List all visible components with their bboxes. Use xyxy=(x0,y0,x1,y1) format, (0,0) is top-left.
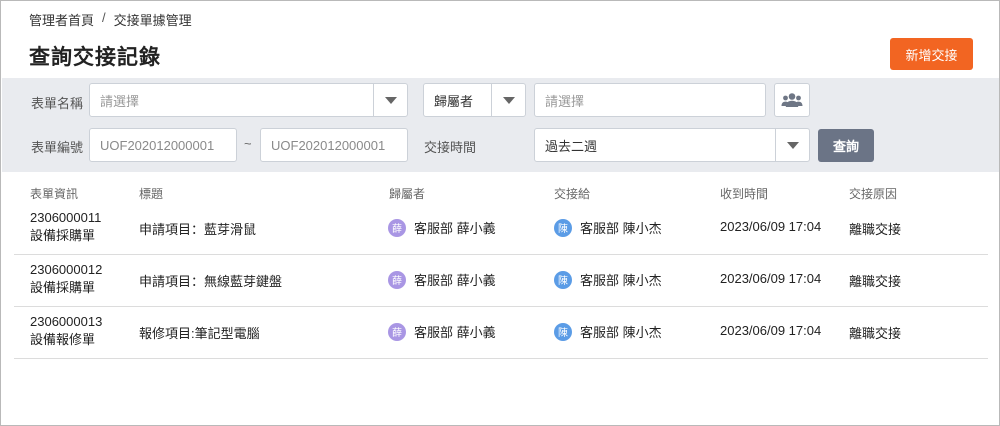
people-group-icon xyxy=(781,93,803,107)
form-no-label: 表單編號 xyxy=(31,140,84,155)
doc-type: 設備採購單 xyxy=(30,280,96,295)
received-time: 2023/06/09 17:04 xyxy=(720,323,822,338)
doc-number: 2306000013 xyxy=(30,314,103,329)
avatar: 陳 xyxy=(554,270,572,289)
add-handover-button[interactable]: 新增交接 xyxy=(890,38,973,70)
table-row[interactable]: 2306000013 設備報修單 報修項目:筆記型電腦 薛 客服部 薛小義 陳 … xyxy=(14,307,988,359)
chevron-down-icon[interactable] xyxy=(373,84,407,116)
received-time: 2023/06/09 17:04 xyxy=(720,219,822,234)
doc-number: 2306000011 xyxy=(30,210,102,225)
avatar: 薛 xyxy=(388,270,406,289)
handover-reason: 離職交接 xyxy=(849,222,902,237)
people-picker-button[interactable] xyxy=(774,83,810,117)
range-separator: ~ xyxy=(244,136,252,151)
avatar: 薛 xyxy=(388,218,406,237)
breadcrumb-separator: / xyxy=(102,10,106,25)
owner-name: 客服部 薛小義 xyxy=(414,221,496,236)
doc-info: 2306000011 設備採購單 xyxy=(30,209,101,245)
form-name-label: 表單名稱 xyxy=(31,96,84,111)
breadcrumb-home[interactable]: 管理者首頁 xyxy=(29,10,94,29)
header-handover-to: 交接給 xyxy=(554,187,591,201)
avatar: 陳 xyxy=(554,322,572,341)
handover-to-name: 客服部 陳小杰 xyxy=(580,221,662,236)
owner-input[interactable]: 請選擇 xyxy=(534,83,766,117)
handover-to-name: 客服部 陳小杰 xyxy=(580,273,662,288)
handover-time-select[interactable]: 過去二週 xyxy=(534,128,810,162)
form-no-from-value: UOF202012000001 xyxy=(100,137,215,153)
row-subject: 申請項目：無線藍芽鍵盤 xyxy=(139,274,283,289)
handover-to-cell: 陳 客服部 陳小杰 xyxy=(554,270,662,289)
header-reason: 交接原因 xyxy=(849,187,898,201)
row-subject: 申請項目：藍芽滑鼠 xyxy=(139,222,257,237)
handover-to-name: 客服部 陳小杰 xyxy=(580,325,662,340)
app-frame: 管理者首頁 / 交接單據管理 查詢交接記錄 新增交接 表單名稱 請選擇 歸屬者 … xyxy=(0,0,1000,426)
avatar: 陳 xyxy=(554,218,572,237)
handover-reason: 離職交接 xyxy=(849,274,902,289)
handover-time-label: 交接時間 xyxy=(424,140,477,155)
avatar: 薛 xyxy=(388,322,406,341)
header-owner: 歸屬者 xyxy=(389,187,426,201)
breadcrumb-current: 交接單據管理 xyxy=(113,13,192,28)
handover-to-cell: 陳 客服部 陳小杰 xyxy=(554,218,662,237)
owner-cell: 薛 客服部 薛小義 xyxy=(388,218,496,237)
breadcrumb: 管理者首頁 / 交接單據管理 xyxy=(29,10,192,29)
owner-type-value: 歸屬者 xyxy=(434,93,474,109)
form-name-placeholder: 請選擇 xyxy=(100,93,140,109)
owner-name: 客服部 薛小義 xyxy=(414,273,496,288)
form-no-to-value: UOF202012000001 xyxy=(271,137,386,153)
doc-number: 2306000012 xyxy=(30,262,103,277)
table-row[interactable]: 2306000011 設備採購單 申請項目：藍芽滑鼠 薛 客服部 薛小義 陳 客… xyxy=(14,203,988,255)
header-doc-info: 表單資訊 xyxy=(30,187,79,201)
filter-panel: 表單名稱 請選擇 歸屬者 請選擇 表單編號 UOF202012000001 ~ … xyxy=(2,78,999,172)
page-title: 查詢交接記錄 xyxy=(29,46,161,69)
doc-type: 設備採購單 xyxy=(30,228,96,243)
header-received-time: 收到時間 xyxy=(720,187,769,201)
handover-time-value: 過去二週 xyxy=(545,138,598,154)
chevron-down-icon[interactable] xyxy=(775,129,809,161)
chevron-down-icon[interactable] xyxy=(491,84,525,116)
handover-reason: 離職交接 xyxy=(849,326,902,341)
handover-to-cell: 陳 客服部 陳小杰 xyxy=(554,322,662,341)
form-no-from-input[interactable]: UOF202012000001 xyxy=(89,128,237,162)
query-button[interactable]: 查詢 xyxy=(818,129,874,162)
owner-placeholder: 請選擇 xyxy=(545,93,585,109)
row-subject: 報修項目:筆記型電腦 xyxy=(139,326,260,341)
owner-cell: 薛 客服部 薛小義 xyxy=(388,322,496,341)
received-time: 2023/06/09 17:04 xyxy=(720,271,822,286)
doc-type: 設備報修單 xyxy=(30,332,96,347)
owner-cell: 薛 客服部 薛小義 xyxy=(388,270,496,289)
owner-type-select[interactable]: 歸屬者 xyxy=(423,83,526,117)
owner-name: 客服部 薛小義 xyxy=(414,325,496,340)
table-row[interactable]: 2306000012 設備採購單 申請項目：無線藍芽鍵盤 薛 客服部 薛小義 陳… xyxy=(14,255,988,307)
form-name-select[interactable]: 請選擇 xyxy=(89,83,408,117)
doc-info: 2306000012 設備採購單 xyxy=(30,261,102,297)
doc-info: 2306000013 設備報修單 xyxy=(30,313,102,349)
form-no-to-input[interactable]: UOF202012000001 xyxy=(260,128,408,162)
header-subject: 標題 xyxy=(139,187,164,201)
